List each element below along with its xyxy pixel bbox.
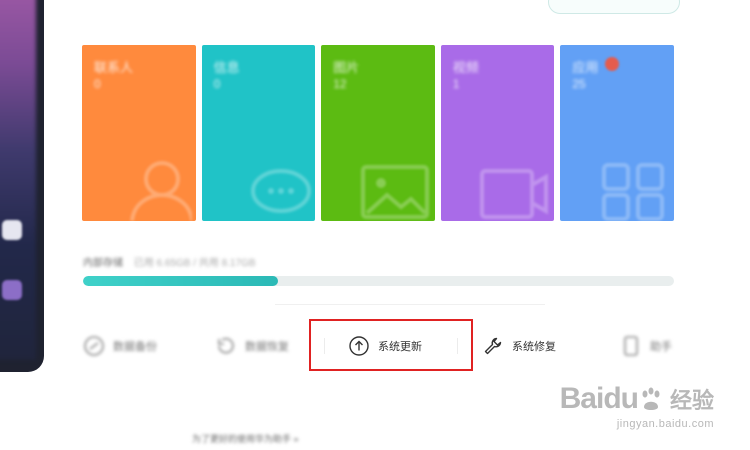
tile-label: 视频 [452, 60, 479, 75]
divider [275, 304, 545, 305]
action-label: 数据恢复 [245, 341, 289, 353]
device-app-icon [2, 220, 22, 240]
tile-videos[interactable]: 视频 1 [440, 45, 555, 221]
system-repair-button[interactable]: 系统修复 [482, 332, 556, 360]
storage-progress-fill [83, 276, 279, 286]
tile-pictures[interactable]: 图片 12 [321, 45, 435, 221]
tile-messages[interactable]: 信息 0 [201, 45, 316, 221]
watermark-logo: Baidu 经验 [560, 382, 714, 416]
wrench-icon [482, 335, 504, 357]
tile-label: 图片 [333, 60, 360, 75]
backup-icon [83, 335, 105, 357]
watermark-cn: 经验 [669, 388, 714, 413]
tile-count: 1 [452, 77, 460, 91]
chat-bubble-icon [251, 169, 312, 213]
restore-button[interactable]: 数据恢复 [215, 332, 289, 360]
device-app-icon [2, 280, 22, 300]
action-label: 助手 [650, 341, 672, 353]
device-screen [0, 0, 36, 360]
backup-button[interactable]: 数据备份 [83, 332, 157, 360]
apps-icon [601, 163, 664, 221]
tile-label: 信息 [213, 60, 240, 75]
notification-badge [605, 57, 620, 71]
tile-count: 0 [213, 77, 221, 91]
action-label: 数据备份 [113, 341, 157, 353]
tile-count: 0 [94, 77, 101, 91]
top-right-button[interactable] [548, 0, 680, 14]
paw-icon [642, 387, 660, 410]
watermark: Baidu 经验 jingyan.baidu.com [560, 382, 714, 430]
restore-icon [215, 335, 237, 357]
device-preview [0, 0, 44, 372]
storage-info: 内部存储 已用 6.65GB / 共用 8.17GB [83, 254, 256, 269]
tile-label: 联系人 [94, 60, 134, 75]
tile-count: 12 [333, 77, 347, 91]
tile-label: 应用 [572, 60, 599, 75]
category-tiles: 联系人 0 信息 0 图片 12 视频 1 应用 25 [82, 45, 674, 221]
footer-link[interactable]: 为了更好的使用华为助手 » [192, 432, 299, 445]
picture-icon [360, 165, 429, 219]
storage-progress-bar [83, 276, 674, 286]
tile-count: 25 [572, 77, 586, 91]
tile-contacts[interactable]: 联系人 0 [82, 45, 196, 221]
person-icon [129, 161, 192, 221]
storage-detail: 已用 6.65GB / 共用 8.17GB [133, 258, 256, 269]
assistant-button[interactable]: 助手 [620, 332, 672, 360]
tile-apps[interactable]: 应用 25 [560, 45, 674, 221]
watermark-url: jingyan.baidu.com [616, 418, 714, 430]
phone-icon [620, 335, 642, 357]
storage-label: 内部存储 [83, 258, 123, 269]
highlight-annotation [309, 319, 473, 371]
watermark-logo-text: Baidu [559, 382, 639, 415]
action-label: 系统修复 [512, 341, 556, 353]
video-icon [480, 169, 549, 219]
